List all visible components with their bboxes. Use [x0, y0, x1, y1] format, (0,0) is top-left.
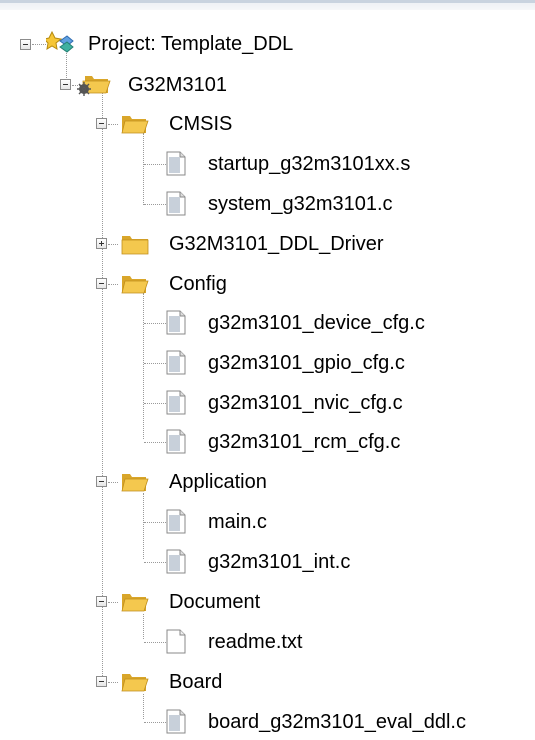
- group-label: Application: [169, 471, 267, 493]
- tree-line: [144, 363, 166, 365]
- file-label: board_g32m3101_eval_ddl.c: [208, 711, 466, 733]
- collapse-toggle[interactable]: [96, 476, 107, 487]
- collapse-toggle[interactable]: [20, 39, 31, 50]
- window-top-border: [0, 0, 535, 10]
- project-label: Project: Template_DDL: [88, 33, 294, 55]
- source-file-icon: [166, 310, 186, 335]
- tree-line: [108, 284, 118, 286]
- closed-folder-icon: [121, 236, 149, 255]
- project-icon: [46, 30, 74, 53]
- tree-line: [143, 694, 145, 719]
- group-label: Board: [169, 671, 223, 693]
- source-file-icon: [166, 390, 186, 415]
- target-folder-icon: [77, 76, 111, 96]
- tree-line: [144, 204, 166, 206]
- file-label: main.c: [208, 511, 267, 533]
- tree-line: [144, 522, 166, 524]
- collapse-toggle[interactable]: [96, 596, 107, 607]
- open-folder-icon: [121, 674, 149, 692]
- tree-line: [143, 293, 145, 439]
- group-label: G32M3101_DDL_Driver: [169, 233, 384, 255]
- open-folder-icon: [121, 276, 149, 294]
- source-file-icon: [166, 151, 186, 176]
- group-label: Document: [169, 591, 261, 613]
- file-label: system_g32m3101.c: [208, 193, 393, 215]
- tree-line: [108, 682, 118, 684]
- source-file-icon: [166, 709, 186, 734]
- collapse-toggle[interactable]: [60, 79, 71, 90]
- tree-line: [144, 323, 166, 325]
- tree-line: [144, 442, 166, 444]
- file-label: g32m3101_device_cfg.c: [208, 312, 425, 334]
- tree-line: [108, 244, 118, 246]
- file-label: g32m3101_gpio_cfg.c: [208, 352, 405, 374]
- file-label: startup_g32m3101xx.s: [208, 153, 411, 175]
- source-file-icon: [166, 429, 186, 454]
- file-label: g32m3101_rcm_cfg.c: [208, 431, 401, 453]
- tree-line: [143, 493, 145, 559]
- expand-toggle[interactable]: [96, 238, 107, 249]
- tree-line: [144, 403, 166, 405]
- source-file-icon: [166, 350, 186, 375]
- target-label: G32M3101: [128, 74, 227, 96]
- source-file-icon: [166, 549, 186, 574]
- text-file-icon: [166, 629, 186, 654]
- file-label: readme.txt: [208, 631, 303, 653]
- open-folder-icon: [121, 116, 149, 134]
- tree-line: [144, 642, 166, 644]
- tree-line: [143, 614, 145, 639]
- collapse-toggle[interactable]: [96, 676, 107, 687]
- source-file-icon: [166, 191, 186, 216]
- file-label: g32m3101_int.c: [208, 551, 351, 573]
- tree-line: [108, 482, 118, 484]
- tree-line: [143, 133, 145, 205]
- tree-line: [144, 722, 166, 724]
- tree-line: [144, 164, 166, 166]
- tree-line: [144, 562, 166, 564]
- open-folder-icon: [121, 474, 149, 492]
- group-label: Config: [169, 273, 227, 295]
- collapse-toggle[interactable]: [96, 278, 107, 289]
- open-folder-icon: [121, 594, 149, 612]
- tree-line: [32, 44, 46, 46]
- file-label: g32m3101_nvic_cfg.c: [208, 392, 403, 414]
- collapse-toggle[interactable]: [96, 118, 107, 129]
- tree-line: [108, 602, 118, 604]
- source-file-icon: [166, 509, 186, 534]
- group-label: CMSIS: [169, 113, 233, 135]
- tree-line: [108, 124, 118, 126]
